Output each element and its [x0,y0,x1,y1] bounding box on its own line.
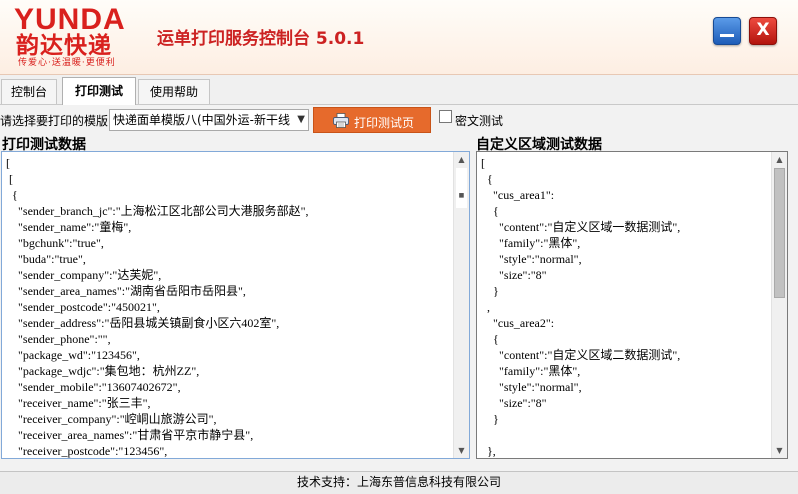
left-scrollbar[interactable]: ▲ ■ ▼ [453,152,469,458]
scroll-down-arrow-icon[interactable]: ▼ [456,445,467,456]
scroll-track [456,168,467,208]
logo-chinese-name: 韵达快递 [16,33,112,59]
tab-bar: 控制台 打印测试 使用帮助 [0,75,798,105]
tab-console[interactable]: 控制台 [1,79,57,104]
custom-area-data-textarea[interactable]: [ { "cus_area1": { "content":"自定义区域一数据测试… [476,151,788,459]
custom-area-json: [ { "cus_area1": { "content":"自定义区域一数据测试… [481,156,681,458]
printer-icon [333,113,349,128]
print-test-json: [ [ { "sender_branch_jc":"上海松江区北部公司大港服务部… [6,156,309,458]
chevron-down-icon: ▼ [297,114,305,125]
scroll-thumb[interactable] [774,168,785,298]
cipher-test-label: 密文测试 [455,114,504,128]
print-test-data-textarea[interactable]: [ [ { "sender_branch_jc":"上海松江区北部公司大港服务部… [1,151,470,459]
logo-slogan: 传爱心·送温暖·更便利 [18,58,116,68]
template-label: 请选择要打印的模版 [0,114,109,128]
app-title: 运单打印服务控制台 5.0.1 [157,29,365,49]
cipher-test-checkbox[interactable] [439,110,452,123]
print-test-page-label: 打印测试页 [354,116,415,130]
scroll-up-arrow-icon[interactable]: ▲ [456,154,467,165]
right-scrollbar[interactable]: ▲ ▼ [771,152,787,458]
logo-wordmark: YUNDA [14,3,126,36]
tab-help[interactable]: 使用帮助 [138,79,210,104]
tab-print-test[interactable]: 打印测试 [62,77,136,105]
print-test-page-button[interactable]: 打印测试页 [313,107,431,133]
app-header: YUNDA 韵达快递 传爱心·送温暖·更便利 运单打印服务控制台 5.0.1 X [0,0,798,75]
yunda-logo: YUNDA 韵达快递 传爱心·送温暖·更便利 [6,2,140,69]
scroll-up-arrow-icon[interactable]: ▲ [774,154,785,165]
footer-support-text: 技术支持：上海东普信息科技有限公司 [0,471,798,494]
close-button[interactable]: X [749,17,777,45]
toolbar: 请选择要打印的模版 快递面单模版八(中国外运-新干线 ▼ 打印测试页 密文测试 [0,105,798,133]
scroll-dot-icon: ■ [458,192,465,199]
template-select-value: 快递面单模版八(中国外运-新干线 [113,113,291,127]
minimize-button[interactable] [713,17,741,45]
template-select[interactable]: 快递面单模版八(中国外运-新干线 ▼ [109,109,309,131]
scroll-down-arrow-icon[interactable]: ▼ [774,445,785,456]
